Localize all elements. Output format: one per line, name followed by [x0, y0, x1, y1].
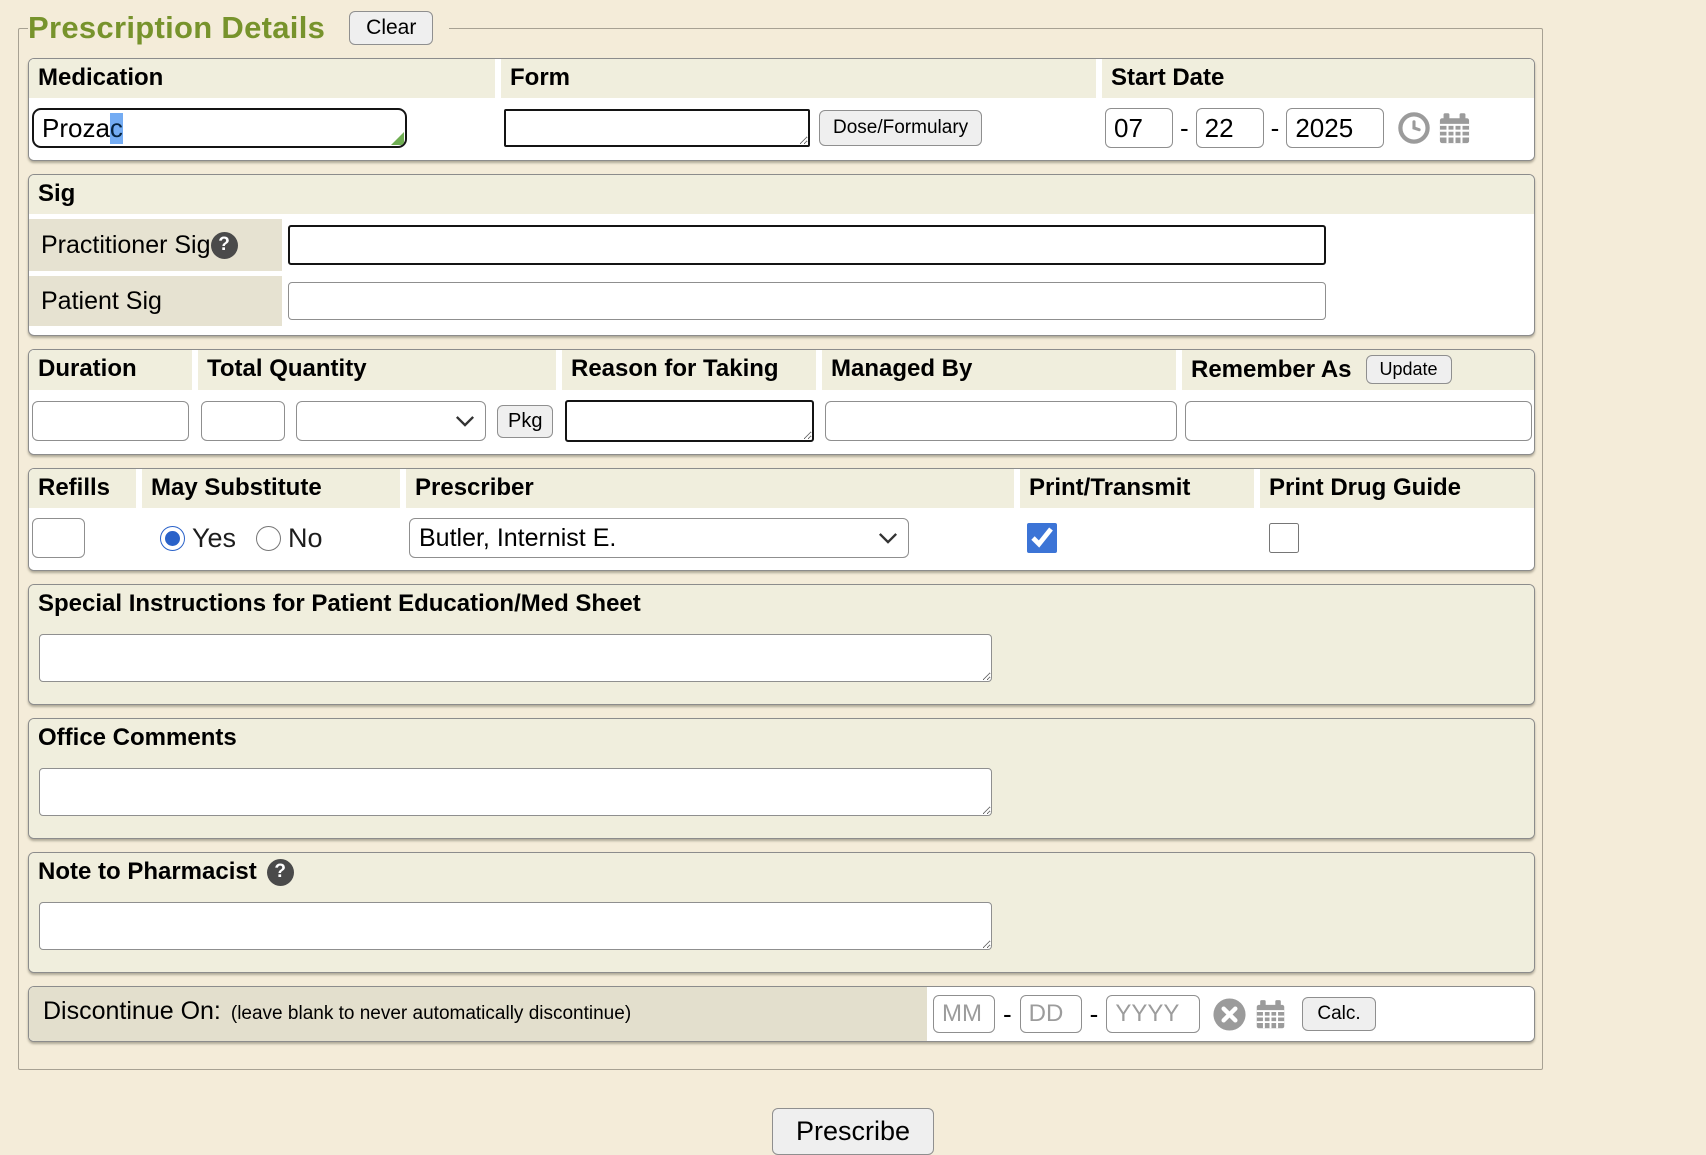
- refills-header: Refills: [29, 469, 136, 508]
- pkg-button[interactable]: Pkg: [497, 405, 553, 438]
- medication-form-startdate-section: Medication Form Start Date Prozac Dose/F…: [28, 58, 1535, 161]
- patient-sig-label: Patient Sig: [41, 287, 162, 316]
- prescribe-button[interactable]: Prescribe: [772, 1108, 934, 1155]
- discontinue-label: Discontinue On:: [43, 997, 221, 1026]
- prescriber-select[interactable]: Butler, Internist E.: [409, 518, 909, 558]
- remember-as-label: Remember As: [1191, 356, 1352, 384]
- special-instructions-section: Special Instructions for Patient Educati…: [28, 584, 1535, 705]
- reason-for-taking-input[interactable]: [565, 400, 814, 442]
- office-comments-section: Office Comments: [28, 718, 1535, 839]
- may-substitute-yes-label: Yes: [192, 523, 236, 554]
- remember-as-input[interactable]: [1185, 401, 1532, 441]
- chevron-down-icon: [878, 532, 898, 545]
- clear-button[interactable]: Clear: [349, 11, 433, 45]
- total-quantity-input[interactable]: [201, 401, 285, 441]
- managed-by-input[interactable]: [825, 401, 1177, 441]
- date-separator: -: [1002, 999, 1013, 1030]
- special-instructions-header: Special Instructions for Patient Educati…: [29, 585, 1534, 624]
- discontinue-hint: (leave blank to never automatically disc…: [231, 1003, 631, 1025]
- refills-prescriber-section: Refills May Substitute Prescriber Print/…: [28, 468, 1535, 571]
- may-substitute-yes-radio[interactable]: [160, 526, 185, 551]
- print-transmit-checkbox[interactable]: [1027, 523, 1057, 553]
- start-date-month-input[interactable]: [1105, 108, 1173, 148]
- practitioner-sig-input[interactable]: [288, 225, 1326, 265]
- discontinue-day-input[interactable]: [1020, 995, 1082, 1033]
- duration-input[interactable]: [32, 401, 189, 441]
- special-instructions-input[interactable]: [39, 634, 992, 682]
- note-to-pharmacist-header: Note to Pharmacist?: [29, 853, 1534, 892]
- note-to-pharmacist-section: Note to Pharmacist?: [28, 852, 1535, 973]
- date-separator: -: [1089, 999, 1100, 1030]
- sig-section: Sig Practitioner Sig? Patient Sig: [28, 174, 1535, 336]
- medication-input[interactable]: Prozac: [32, 108, 407, 148]
- office-comments-header: Office Comments: [29, 719, 1534, 758]
- calc-button[interactable]: Calc.: [1302, 997, 1375, 1031]
- print-transmit-header: Print/Transmit: [1020, 469, 1254, 508]
- calendar-icon[interactable]: [1437, 111, 1472, 146]
- clear-date-icon[interactable]: [1212, 997, 1247, 1032]
- start-date-day-input[interactable]: [1196, 108, 1264, 148]
- date-separator: -: [1270, 113, 1281, 144]
- duration-header: Duration: [29, 350, 192, 390]
- patient-sig-input[interactable]: [288, 282, 1326, 320]
- reason-header: Reason for Taking: [562, 350, 816, 390]
- sig-header: Sig: [29, 175, 1534, 214]
- prescription-details-fieldset: Prescription Details Clear Medication Fo…: [18, 10, 1543, 1070]
- note-to-pharmacist-label: Note to Pharmacist: [38, 858, 257, 886]
- clock-icon[interactable]: [1397, 111, 1431, 145]
- may-substitute-no-label: No: [288, 523, 323, 554]
- page-title: Prescription Details: [28, 10, 325, 46]
- office-comments-input[interactable]: [39, 768, 992, 816]
- discontinue-year-input[interactable]: [1106, 995, 1200, 1033]
- may-substitute-no-radio[interactable]: [256, 526, 281, 551]
- form-input[interactable]: [504, 109, 810, 147]
- dose-formulary-button[interactable]: Dose/Formulary: [819, 110, 982, 146]
- update-button[interactable]: Update: [1366, 355, 1452, 384]
- print-drug-guide-checkbox[interactable]: [1269, 523, 1299, 553]
- prescriber-selected: Butler, Internist E.: [419, 524, 616, 553]
- prescriber-header: Prescriber: [406, 469, 1014, 508]
- chevron-down-icon: [455, 415, 475, 428]
- calendar-icon[interactable]: [1254, 998, 1287, 1031]
- print-drug-guide-header: Print Drug Guide: [1260, 469, 1534, 508]
- practitioner-sig-label-cell: Practitioner Sig?: [29, 219, 282, 271]
- quantity-unit-select[interactable]: [296, 401, 486, 441]
- discontinue-month-input[interactable]: [933, 995, 995, 1033]
- note-to-pharmacist-help-icon[interactable]: ?: [267, 859, 294, 886]
- managed-by-header: Managed By: [822, 350, 1176, 390]
- form-header: Form: [501, 59, 1096, 98]
- date-separator: -: [1179, 113, 1190, 144]
- discontinue-section: Discontinue On: (leave blank to never au…: [28, 986, 1535, 1042]
- practitioner-sig-help-icon[interactable]: ?: [211, 232, 238, 259]
- medication-text: Proza: [42, 113, 110, 144]
- duration-quantity-section: Duration Total Quantity Reason for Takin…: [28, 349, 1535, 455]
- patient-sig-label-cell: Patient Sig: [29, 276, 282, 326]
- may-substitute-header: May Substitute: [142, 469, 400, 508]
- remember-as-header: Remember As Update: [1182, 350, 1534, 390]
- autocomplete-grip-icon: [391, 132, 404, 145]
- practitioner-sig-label: Practitioner Sig: [41, 231, 211, 260]
- note-to-pharmacist-input[interactable]: [39, 902, 992, 950]
- discontinue-label-cell: Discontinue On: (leave blank to never au…: [29, 987, 927, 1041]
- start-date-header: Start Date: [1102, 59, 1534, 98]
- fieldset-legend: Prescription Details Clear: [28, 10, 449, 46]
- medication-selected-text: c: [110, 113, 123, 144]
- medication-header: Medication: [29, 59, 495, 98]
- refills-input[interactable]: [32, 518, 85, 558]
- start-date-year-input[interactable]: [1286, 108, 1384, 148]
- total-quantity-header: Total Quantity: [198, 350, 556, 390]
